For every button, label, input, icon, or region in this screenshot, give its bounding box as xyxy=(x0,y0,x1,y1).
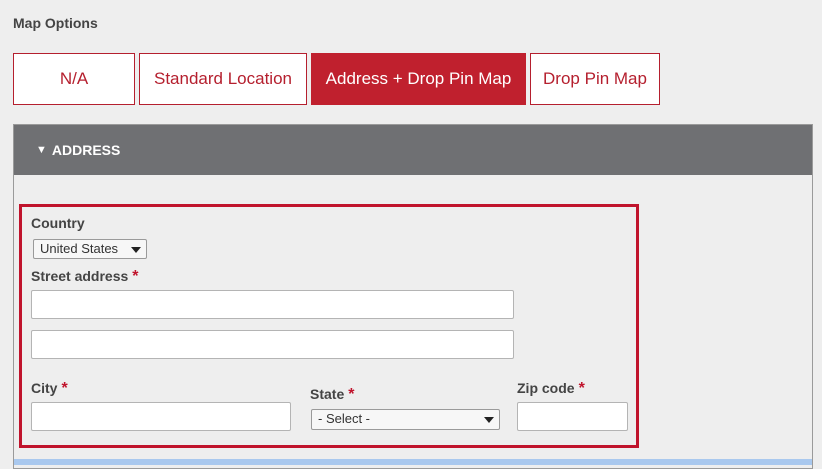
address-panel: ▼ ADDRESS Country United States Street a… xyxy=(13,124,813,469)
country-select-value: United States xyxy=(40,241,119,256)
required-marker: * xyxy=(348,386,355,403)
street-address-label: Street address * xyxy=(31,268,139,286)
required-marker: * xyxy=(61,380,68,397)
map-option-address-drop-pin-button[interactable]: Address + Drop Pin Map xyxy=(311,53,526,105)
street-address-line2-input[interactable] xyxy=(31,330,514,359)
address-fields-highlight: Country United States Street address * Ci… xyxy=(19,204,639,448)
chevron-down-icon xyxy=(484,417,494,423)
required-marker: * xyxy=(578,380,585,397)
triangle-down-icon: ▼ xyxy=(36,144,47,156)
state-label: State * xyxy=(310,386,354,404)
state-label-text: State xyxy=(310,386,345,402)
required-marker: * xyxy=(132,268,139,285)
map-option-standard-location-button[interactable]: Standard Location xyxy=(139,53,307,105)
country-label: Country xyxy=(31,215,85,231)
address-panel-header[interactable]: ▼ ADDRESS xyxy=(14,125,812,175)
map-option-na-button[interactable]: N/A xyxy=(13,53,135,105)
city-input[interactable] xyxy=(31,402,291,431)
state-select-value: - Select - xyxy=(318,411,371,426)
map-option-drop-pin-button[interactable]: Drop Pin Map xyxy=(530,53,660,105)
city-label-text: City xyxy=(31,380,58,396)
map-options-label: Map Options xyxy=(13,15,98,31)
street-address-label-text: Street address xyxy=(31,268,129,284)
zip-code-label: Zip code * xyxy=(517,380,585,398)
country-select[interactable]: United States xyxy=(33,239,147,259)
zip-code-input[interactable] xyxy=(517,402,628,431)
address-panel-title: ADDRESS xyxy=(51,142,121,158)
next-section-strip xyxy=(14,459,812,465)
chevron-down-icon xyxy=(131,247,141,253)
street-address-line1-input[interactable] xyxy=(31,290,514,319)
zip-code-label-text: Zip code xyxy=(517,380,575,396)
state-select[interactable]: - Select - xyxy=(311,409,500,430)
city-label: City * xyxy=(31,380,68,398)
